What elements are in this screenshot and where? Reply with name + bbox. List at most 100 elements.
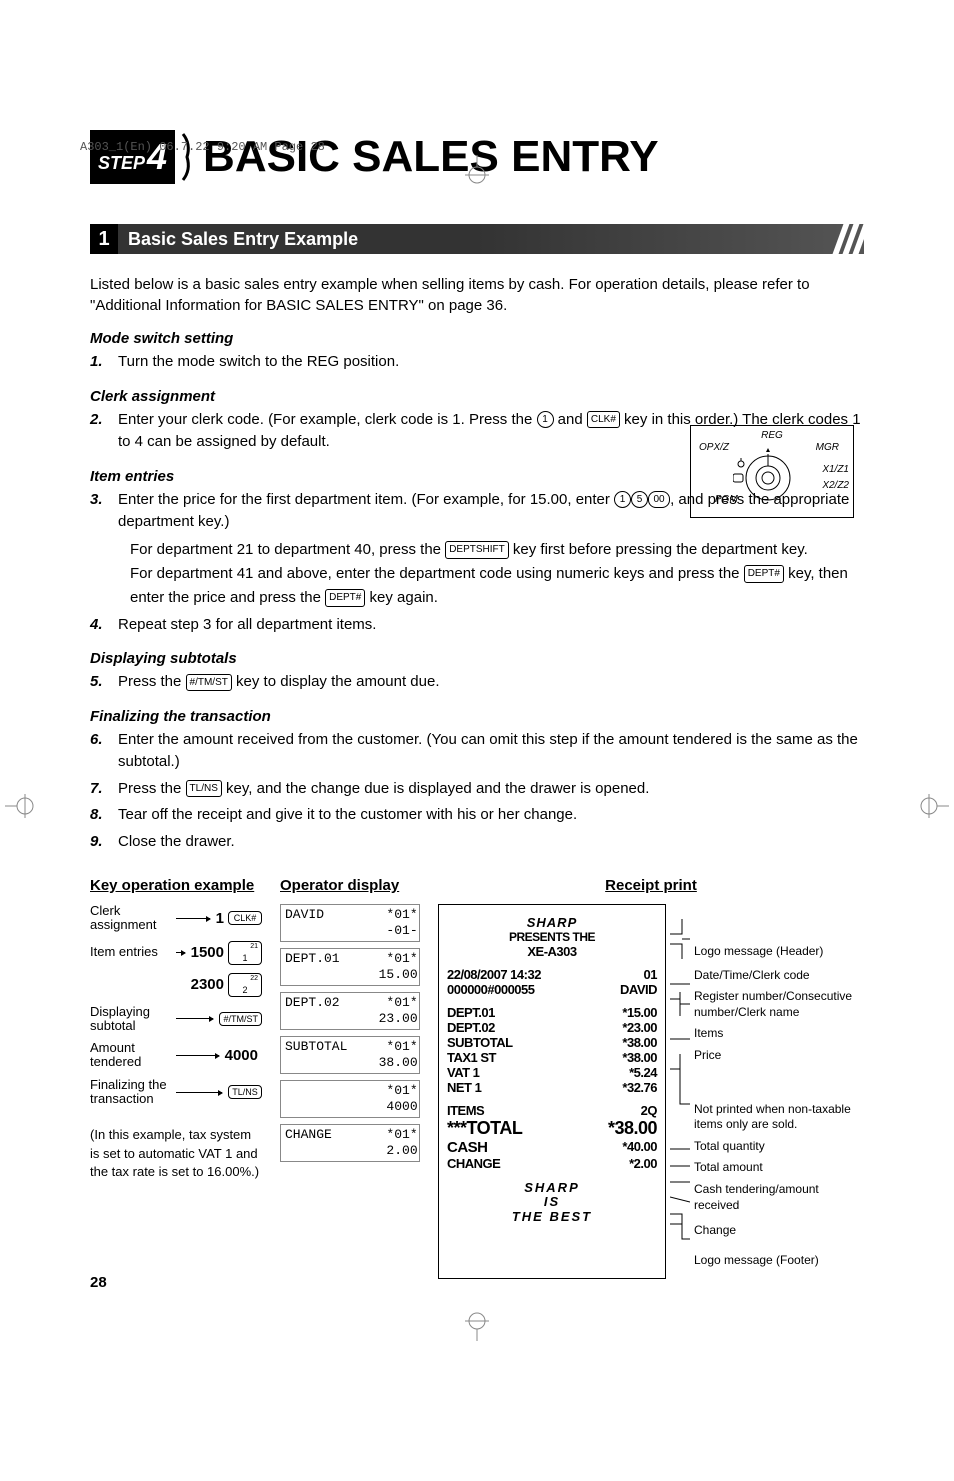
key-1: 1 bbox=[537, 411, 554, 428]
annotation: Date/Time/Clerk code bbox=[694, 968, 864, 984]
receipt-clerk: DAVID bbox=[620, 982, 657, 997]
kop-row: Item entries 1500211 bbox=[90, 941, 262, 965]
step-3-sub2: For department 41 and above, enter the d… bbox=[130, 562, 864, 610]
crop-mark-left bbox=[5, 786, 35, 826]
receipt-change-l: CHANGE bbox=[447, 1156, 500, 1171]
receipt-brand: SHARP bbox=[447, 915, 657, 930]
receipt-presents: PRESENTS THE bbox=[447, 930, 657, 944]
receipt-column: Receipt print SHARP PRESENTS THE XE-A303… bbox=[438, 877, 864, 1279]
key-n5: 5 bbox=[631, 491, 648, 508]
display-box: *01* 4000 bbox=[280, 1080, 420, 1118]
key-clk: CLK# bbox=[587, 411, 620, 428]
receipt-line: VAT 1*5.24 bbox=[447, 1065, 657, 1080]
annotation-connectors bbox=[670, 904, 690, 1279]
dial-reg: REG bbox=[761, 430, 783, 441]
step-5: Press the #/TM/ST key to display the amo… bbox=[118, 671, 440, 694]
kop-value: 2300 bbox=[191, 976, 224, 993]
receipt-date: 22/08/2007 14:32 bbox=[447, 967, 541, 982]
step-7: Press the TL/NS key, and the change due … bbox=[118, 778, 649, 801]
display-box: CHANGE *01* 2.00 bbox=[280, 1124, 420, 1162]
col3-head: Receipt print bbox=[438, 877, 864, 894]
receipt-cash-r: *40.00 bbox=[622, 1139, 657, 1156]
kop-key: 211 bbox=[228, 941, 262, 965]
receipt-line: SUBTOTAL*38.00 bbox=[447, 1035, 657, 1050]
kop-label: Item entries bbox=[90, 945, 170, 959]
receipt-items-l: ITEMS bbox=[447, 1103, 484, 1118]
key-subtotal: #/TM/ST bbox=[186, 674, 232, 691]
intro-text: Listed below is a basic sales entry exam… bbox=[90, 274, 864, 316]
receipt-line: DEPT.01*15.00 bbox=[447, 1005, 657, 1020]
annotation: Logo message (Header) bbox=[694, 944, 864, 960]
receipt-line: DEPT.02*23.00 bbox=[447, 1020, 657, 1035]
receipt-model: XE-A303 bbox=[447, 944, 657, 959]
annotation: Register number/Consecutive number/Clerk… bbox=[694, 989, 864, 1020]
step-8: Tear off the receipt and give it to the … bbox=[118, 804, 577, 827]
receipt-print: SHARP PRESENTS THE XE-A303 22/08/2007 14… bbox=[438, 904, 666, 1279]
disp-heading: Displaying subtotals bbox=[90, 650, 864, 667]
receipt-line: TAX1 ST*38.00 bbox=[447, 1050, 657, 1065]
section-title: Basic Sales Entry Example bbox=[128, 229, 358, 250]
kop-label: Finalizing the transaction bbox=[90, 1078, 170, 1107]
receipt-total-l: ***TOTAL bbox=[447, 1118, 522, 1139]
dial-x1z1: X1/Z1 bbox=[822, 464, 849, 475]
kop-label: Clerk assignment bbox=[90, 904, 170, 933]
annotation: Total quantity bbox=[694, 1139, 864, 1155]
receipt-consec: 000000#000055 bbox=[447, 982, 535, 997]
kop-value: 1500 bbox=[191, 944, 224, 961]
annotation: Items bbox=[694, 1026, 864, 1042]
kop-row: Displaying subtotal#/TM/ST bbox=[90, 1005, 262, 1034]
display-box: DEPT.02 *01* 23.00 bbox=[280, 992, 420, 1030]
receipt-reg: 01 bbox=[644, 967, 657, 982]
receipt-foot3: THE BEST bbox=[447, 1210, 657, 1224]
step-1: Turn the mode switch to the REG position… bbox=[118, 351, 399, 374]
example-note: (In this example, tax system is set to a… bbox=[90, 1126, 262, 1181]
step-3-sub1: For department 21 to department 40, pres… bbox=[130, 538, 864, 562]
step-9: Close the drawer. bbox=[118, 831, 235, 854]
receipt-items-r: 2Q bbox=[641, 1103, 657, 1118]
display-box: DAVID *01* -01- bbox=[280, 904, 420, 942]
kop-label: Amount tendered bbox=[90, 1041, 170, 1070]
mode-heading: Mode switch setting bbox=[90, 330, 864, 347]
dial-mgr: MGR bbox=[816, 442, 839, 453]
annotation: Not printed when non-taxable items only … bbox=[694, 1102, 864, 1133]
annotation: Total amount bbox=[694, 1160, 864, 1176]
mode-dial-figure: REG OPX/Z MGR X1/Z1 X2/Z2 PGM bbox=[690, 425, 854, 518]
kop-row: Clerk assignment1CLK# bbox=[90, 904, 262, 933]
crop-mark-right bbox=[919, 786, 949, 826]
page-number: 28 bbox=[90, 1274, 107, 1291]
col1-head: Key operation example bbox=[90, 877, 262, 894]
receipt-change-r: *2.00 bbox=[629, 1156, 657, 1171]
receipt-foot2: IS bbox=[447, 1195, 657, 1209]
key-n00: 00 bbox=[648, 491, 670, 508]
annotation: Logo message (Footer) bbox=[694, 1253, 864, 1269]
display-box: SUBTOTAL *01* 38.00 bbox=[280, 1036, 420, 1074]
crop-mark-bottom bbox=[457, 1311, 497, 1341]
dial-x2z2: X2/Z2 bbox=[822, 480, 849, 491]
key-n1: 1 bbox=[614, 491, 631, 508]
kop-label: Displaying subtotal bbox=[90, 1005, 170, 1034]
step-6: Enter the amount received from the custo… bbox=[118, 729, 864, 774]
step-4: Repeat step 3 for all department items. bbox=[118, 614, 376, 637]
receipt-foot1: SHARP bbox=[447, 1181, 657, 1195]
section-header: 1 Basic Sales Entry Example bbox=[90, 224, 864, 254]
kop-key: 222 bbox=[228, 973, 262, 997]
print-header: A303_1(En) 06.7.22 9:20 AM Page 28 bbox=[80, 140, 325, 154]
dial-opxz: OPX/Z bbox=[699, 442, 729, 453]
kop-value: 1 bbox=[216, 910, 224, 927]
display-box: DEPT.01 *01* 15.00 bbox=[280, 948, 420, 986]
crop-mark-top bbox=[457, 155, 497, 185]
step-badge: STEP 4 bbox=[90, 130, 175, 184]
key-tlns: TL/NS bbox=[186, 780, 222, 797]
kop-row: Amount tendered 4000 bbox=[90, 1041, 262, 1070]
operator-display-column: Operator display DAVID *01* -01- DEPT.01 … bbox=[280, 877, 420, 1279]
kop-row: 2300222 bbox=[90, 973, 262, 997]
kop-row: Finalizing the transactionTL/NS bbox=[90, 1078, 262, 1107]
receipt-total-r: *38.00 bbox=[608, 1118, 657, 1139]
annotations: Logo message (Header) Date/Time/Clerk cod… bbox=[694, 904, 864, 1279]
col2-head: Operator display bbox=[280, 877, 420, 894]
annotation: Cash tendering/amount received bbox=[694, 1182, 864, 1213]
key-deptnum2: DEPT# bbox=[325, 589, 365, 607]
key-deptnum: DEPT# bbox=[744, 565, 784, 583]
annotation: Price bbox=[694, 1048, 864, 1064]
kop-value: 4000 bbox=[225, 1047, 258, 1064]
